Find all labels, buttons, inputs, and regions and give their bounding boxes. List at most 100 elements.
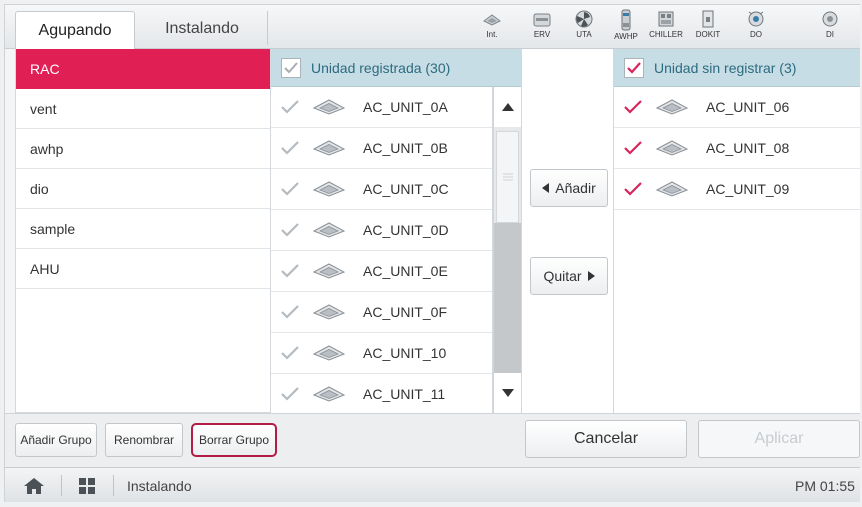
delete-group-button[interactable]: Borrar Grupo — [191, 423, 277, 457]
registered-unit-row[interactable]: AC_UNIT_0E — [271, 251, 492, 292]
group-item-dio[interactable]: dio — [16, 169, 270, 209]
registered-unit-row[interactable]: AC_UNIT_0F — [271, 292, 492, 333]
registered-scrollbar[interactable] — [493, 87, 521, 413]
unit-icon-wrap — [311, 385, 351, 403]
tab-divider — [267, 11, 268, 45]
registered-unit-row[interactable]: AC_UNIT_10 — [271, 333, 492, 374]
unit-name: AC_UNIT_0E — [363, 263, 448, 279]
tool-chiller[interactable]: CHILLER — [647, 7, 685, 47]
registered-header-label: Unidad registrada (30) — [311, 59, 451, 76]
unit-name: AC_UNIT_08 — [706, 140, 790, 156]
unit-icon-wrap — [311, 98, 351, 116]
breadcrumb: Instalando — [127, 477, 192, 494]
registered-select-all-checkbox[interactable] — [281, 57, 301, 78]
checkmark-icon — [281, 305, 299, 319]
row-check[interactable] — [281, 182, 303, 196]
group-item-rac[interactable]: RAC — [16, 49, 270, 89]
unit-icon-wrap — [311, 303, 351, 321]
tool-uta-label: UTA — [576, 30, 592, 39]
add-unit-button[interactable]: Añadir — [530, 169, 608, 207]
unregistered-select-all-checkbox[interactable] — [624, 57, 644, 78]
row-check[interactable] — [281, 100, 303, 114]
tool-awhp-label: AWHP — [614, 32, 638, 41]
group-item-ahu[interactable]: AHU — [16, 249, 270, 289]
unregistered-unit-row[interactable]: AC_UNIT_08 — [614, 128, 860, 169]
scroll-down-button[interactable] — [494, 373, 521, 413]
tool-int[interactable]: Int. — [473, 7, 511, 47]
checkmark-icon — [627, 61, 641, 74]
scroll-track[interactable] — [494, 223, 521, 373]
registered-unit-row[interactable]: AC_UNIT_0C — [271, 169, 492, 210]
tool-di-label: DI — [826, 30, 834, 39]
registered-unit-row[interactable]: AC_UNIT_0D — [271, 210, 492, 251]
unit-name: AC_UNIT_0D — [363, 222, 449, 238]
add-group-button[interactable]: Añadir Grupo — [15, 423, 97, 457]
unit-icon-wrap — [654, 98, 694, 116]
home-button[interactable] — [23, 468, 45, 503]
checkmark-icon — [281, 100, 299, 114]
cassette-unit-icon — [312, 181, 346, 197]
unit-name: AC_UNIT_09 — [706, 181, 790, 197]
tool-erv[interactable]: ERV — [523, 7, 561, 47]
tab-instalando[interactable]: Instalando — [147, 9, 257, 48]
unit-icon-wrap — [311, 262, 351, 280]
checkmark-icon — [624, 100, 642, 114]
remove-unit-label: Quitar — [543, 268, 582, 284]
tool-do[interactable]: DO — [737, 7, 775, 47]
cassette-unit-icon — [655, 181, 689, 197]
row-check[interactable] — [624, 100, 646, 114]
registered-unit-row[interactable]: AC_UNIT_11 — [271, 374, 492, 413]
apply-button[interactable]: Aplicar — [698, 420, 860, 458]
unregistered-header-label: Unidad sin registrar (3) — [654, 59, 797, 76]
unregistered-unit-row[interactable]: AC_UNIT_06 — [614, 87, 860, 128]
row-check[interactable] — [281, 387, 303, 401]
group-item-awhp[interactable]: awhp — [16, 129, 270, 169]
tool-di[interactable]: DI — [811, 7, 849, 47]
arrow-left-icon — [542, 183, 550, 193]
transfer-actions: Añadir Quitar — [521, 49, 614, 413]
cassette-unit-icon — [312, 140, 346, 156]
unit-name: AC_UNIT_0B — [363, 140, 448, 156]
row-check[interactable] — [281, 141, 303, 155]
tool-int-label: Int. — [486, 30, 498, 39]
tool-chiller-label: CHILLER — [649, 30, 683, 39]
grid-menu-icon — [79, 477, 95, 494]
do-icon — [748, 11, 764, 27]
cassette-unit-icon — [655, 99, 689, 115]
tool-uta[interactable]: UTA — [565, 7, 603, 47]
cassette-unit-icon — [312, 263, 346, 279]
row-check[interactable] — [624, 182, 646, 196]
remove-unit-button[interactable]: Quitar — [530, 257, 608, 295]
registered-unit-row[interactable]: AC_UNIT_0A — [271, 87, 492, 128]
row-check[interactable] — [281, 305, 303, 319]
registered-unit-row[interactable]: AC_UNIT_0B — [271, 128, 492, 169]
row-check[interactable] — [624, 141, 646, 155]
tool-do-label: DO — [750, 30, 762, 39]
tool-dokit-label: DOKIT — [695, 30, 721, 39]
arrow-up-icon — [501, 103, 514, 111]
checkmark-icon — [281, 346, 299, 360]
cancel-button[interactable]: Cancelar — [525, 420, 687, 458]
unit-name: AC_UNIT_11 — [363, 386, 446, 402]
arrow-right-icon — [587, 271, 595, 281]
row-check[interactable] — [281, 264, 303, 278]
menu-button[interactable] — [79, 468, 95, 503]
checkmark-icon — [624, 141, 642, 155]
tool-awhp[interactable]: AWHP — [607, 7, 645, 47]
group-item-sample[interactable]: sample — [16, 209, 270, 249]
checkmark-icon — [284, 61, 298, 73]
rename-group-button[interactable]: Renombrar — [105, 423, 183, 457]
scroll-thumb[interactable] — [496, 131, 519, 223]
registered-header: Unidad registrada (30) — [271, 49, 521, 87]
row-check[interactable] — [281, 223, 303, 237]
tool-dokit[interactable]: DOKIT — [689, 7, 727, 47]
row-check[interactable] — [281, 346, 303, 360]
action-row: Añadir Grupo Renombrar Borrar Grupo Canc… — [5, 413, 860, 467]
app-window: Agupando Instalando Int. ERV UTA AWHP CH… — [4, 4, 860, 502]
scroll-up-button[interactable] — [494, 87, 521, 127]
group-item-vent[interactable]: vent — [16, 89, 270, 129]
unit-name: AC_UNIT_0F — [363, 304, 448, 320]
home-icon — [24, 477, 44, 494]
tab-agupando[interactable]: Agupando — [15, 11, 135, 50]
unregistered-unit-row[interactable]: AC_UNIT_09 — [614, 169, 860, 210]
